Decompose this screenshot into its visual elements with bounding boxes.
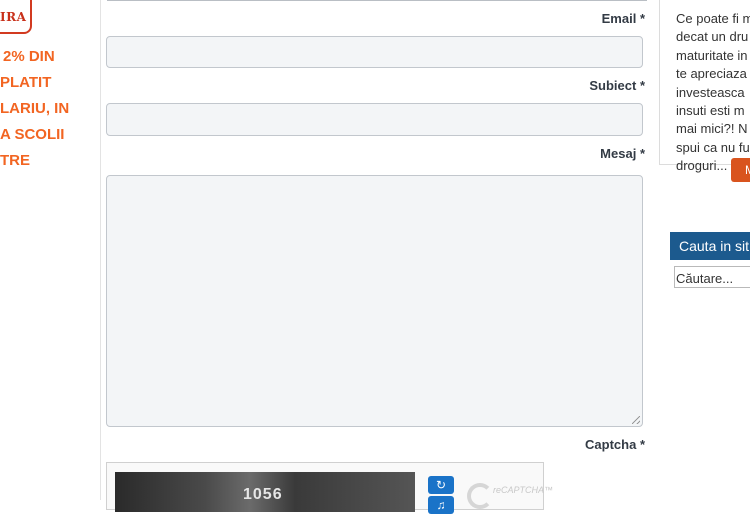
left-sidebar: % IRA 2% DIN PLATIT LARIU, IN A SCOLII T… (0, 0, 100, 500)
subject-field[interactable] (106, 103, 643, 136)
email-label: Email * (601, 11, 645, 26)
message-textarea[interactable] (106, 175, 643, 427)
promo-line: TRE (0, 152, 30, 169)
promo-text[interactable]: 2% DIN PLATIT LARIU, IN A SCOLII TRE (0, 44, 100, 174)
promo-line: LARIU, IN (0, 100, 70, 117)
recaptcha-logo: reCAPTCHA™ (467, 479, 553, 509)
resize-handle-icon[interactable] (632, 416, 640, 424)
right-sidebar: Ce poate fi m decat un dru maturitate in… (659, 0, 750, 500)
email-field[interactable] (106, 36, 643, 68)
promo-logo[interactable]: % IRA (0, 0, 32, 34)
contact-form: Email * Subiect * Mesaj * Captcha * 1056… (100, 0, 653, 514)
read-more-button[interactable]: M (731, 158, 750, 182)
audio-icon[interactable]: ♫ (428, 496, 454, 514)
promo-line: 2% DIN (3, 48, 55, 65)
captcha-image: 1056 (115, 472, 415, 512)
promo-logo-top: % (0, 0, 14, 6)
promo-line: PLATIT (0, 74, 52, 91)
article-text: Ce poate fi m decat un dru maturitate in… (676, 11, 750, 174)
message-label: Mesaj * (600, 146, 645, 161)
search-module-title: Cauta in sit (670, 232, 750, 260)
promo-line: A SCOLII (0, 126, 65, 143)
subject-label: Subiect * (589, 78, 645, 93)
captcha-widget: 1056 ↻ ♫ reCAPTCHA™ (106, 462, 553, 514)
promo-logo-bottom: IRA (0, 10, 27, 24)
search-input[interactable] (674, 266, 750, 288)
captcha-label: Captcha * (585, 437, 645, 452)
recaptcha-icon (467, 483, 493, 509)
refresh-icon[interactable]: ↻ (428, 476, 454, 494)
previous-field-bottom (107, 0, 647, 1)
article-teaser: Ce poate fi m decat un dru maturitate in… (659, 0, 750, 173)
